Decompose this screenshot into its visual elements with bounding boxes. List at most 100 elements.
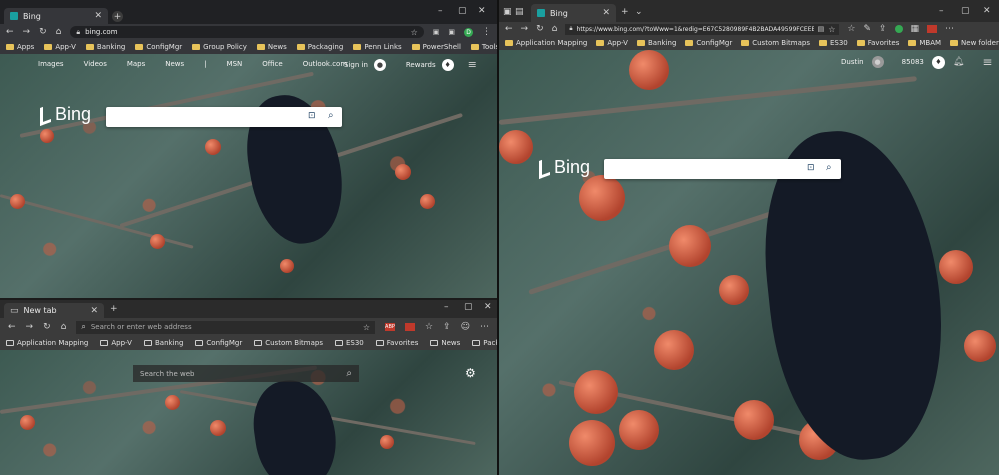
bookmark-item[interactable]: New folder [950,39,999,47]
address-bar-3[interactable]: 🔒︎ https://www.bing.com/?toWww=1&redig=E… [565,23,840,35]
nav-link[interactable]: Videos [84,60,107,68]
hamburger-menu-icon[interactable]: ≡ [468,58,477,71]
bookmark-item[interactable]: Apps [6,43,34,51]
rewards-link[interactable]: Rewards [406,61,436,69]
tab-bing-2[interactable]: Bing ✕ [531,4,616,22]
bookmark-item[interactable]: ConfigMgr [195,339,242,347]
bookmark-item[interactable]: Packaging [296,43,343,51]
ext-grid-icon[interactable]: ▦ [911,24,920,34]
address-bar-2[interactable]: ⌕ Search or enter web address ☆ [76,320,375,334]
star-icon[interactable]: ☆ [411,28,418,37]
set-tabs-aside-icon[interactable]: ▣ [503,7,512,17]
bookmark-item[interactable]: PowerShell [411,43,461,51]
reload-3-icon[interactable]: ↻ [536,24,544,34]
home-3-icon[interactable]: ⌂ [552,24,558,34]
search-icon[interactable]: ⌕ [328,110,334,121]
notifications-bell-icon[interactable]: 🔔︎ [953,57,964,67]
hamburger-menu-2-icon[interactable]: ≡ [982,55,992,69]
page-settings-gear-icon[interactable]: ⚙ [465,366,476,380]
bookmark-item[interactable]: Tools [470,43,499,51]
user-name[interactable]: Dustin [841,58,864,66]
minimize-3-icon[interactable]: – [939,6,944,16]
bookmark-item[interactable]: App-V [44,43,76,51]
close-window-2-icon[interactable]: ✕ [484,302,492,312]
bookmark-item[interactable]: ES30 [818,39,848,47]
close-tab-3-icon[interactable]: ✕ [602,8,610,18]
search-input[interactable]: ⊡ ⌕ [106,107,342,127]
share-icon[interactable]: ⇪ [443,322,451,332]
bookmark-item[interactable]: ES30 [334,339,364,347]
nav-link[interactable]: Maps [127,60,145,68]
address-bar[interactable]: 🔒︎ bing.com ☆ [70,26,424,38]
bookmark-item[interactable]: ConfigMgr [135,43,182,51]
reading-view-icon[interactable]: ▤ [818,25,825,33]
forward-2-icon[interactable]: → [26,322,34,332]
nav-link[interactable]: Outlook.com [303,60,347,68]
notes-icon[interactable]: ✎ [863,24,871,34]
forward-icon[interactable]: → [23,27,31,37]
bookmark-item[interactable]: MBAM [908,39,941,47]
minimize-2-icon[interactable]: – [444,302,449,312]
ext-abp-icon[interactable]: ABP [384,323,395,331]
rewards-2-icon[interactable]: ♦ [931,55,945,69]
extension-icon[interactable]: ▣ [433,28,440,36]
nav-link[interactable]: Images [38,60,64,68]
newtab-search-icon[interactable]: ⌕ [346,368,352,379]
reload-2-icon[interactable]: ↻ [43,322,51,332]
bookmark-item[interactable]: Banking [143,339,183,347]
new-tab-button[interactable]: + [112,11,123,22]
nav-link[interactable]: Office [262,60,282,68]
close-window-3-icon[interactable]: ✕ [983,6,991,16]
tab-preview-chevron-icon[interactable]: ⌄ [635,7,643,17]
search-2-icon[interactable]: ⌕ [826,162,832,173]
menu-icon[interactable]: ⋮ [482,27,491,37]
close-window-icon[interactable]: ✕ [478,6,486,16]
home-icon[interactable]: ⌂ [56,27,62,37]
search-input-2[interactable]: ⊡ ⌕ [604,159,841,179]
bookmark-item[interactable]: Favorites [375,339,418,347]
new-tab-button-2[interactable]: + [110,304,118,314]
favorite-star-3-icon[interactable]: ☆ [828,25,835,34]
back-2-icon[interactable]: ← [8,322,16,332]
bookmark-item[interactable]: Group Policy [192,43,247,51]
ext-red-icon[interactable] [404,323,415,331]
favorite-star-icon[interactable]: ☆ [363,323,370,332]
rewards-points[interactable]: 85083 [902,58,924,66]
close-tab-2-icon[interactable]: ✕ [90,306,98,316]
bookmark-item[interactable]: News [256,43,287,51]
reload-icon[interactable]: ↻ [39,27,47,37]
share-3-icon[interactable]: ⇪ [879,24,887,34]
visual-search-2-icon[interactable]: ⊡ [807,163,815,173]
more-3-icon[interactable]: ⋯ [945,24,954,34]
show-tabs-aside-icon[interactable]: ▤ [515,7,524,17]
bookmark-item[interactable]: Custom Bitmaps [741,39,810,47]
ext-green-icon[interactable] [894,25,903,33]
new-tab-button-3[interactable]: + [621,7,629,17]
visual-search-icon[interactable]: ⊡ [308,111,316,121]
maximize-icon[interactable]: ▢ [458,6,467,16]
newtab-search-input[interactable]: Search the web ⌕ [133,365,359,382]
ext-abp-3-icon[interactable] [927,25,938,33]
user-avatar-icon[interactable]: ● [871,56,884,68]
bookmark-item[interactable]: App-V [100,339,132,347]
home-2-icon[interactable]: ⌂ [61,322,67,332]
back-3-icon[interactable]: ← [505,24,513,34]
rewards-icon[interactable]: ♦ [441,58,454,71]
minimize-icon[interactable]: – [438,6,443,16]
bookmark-item[interactable]: Application Mapping [505,39,587,47]
bookmark-item[interactable]: ConfigMgr [685,39,732,47]
bookmark-item[interactable]: Penn Links [353,43,402,51]
favorites-hub-3-icon[interactable]: ☆ [847,24,855,34]
extension-2-icon[interactable]: ▣ [448,28,455,36]
favorites-hub-icon[interactable]: ☆ [425,322,433,332]
nav-link[interactable]: News [165,60,184,68]
profile-avatar-icon[interactable]: D [464,27,473,37]
bookmark-item[interactable]: News [430,339,460,347]
bookmark-item[interactable]: Favorites [856,39,899,47]
bookmark-item[interactable]: App-V [596,39,628,47]
feedback-icon[interactable]: ☺ [461,322,470,332]
bookmark-item[interactable]: Application Mapping [6,339,88,347]
bookmark-item[interactable]: Custom Bitmaps [254,339,323,347]
signin-link[interactable]: Sign in [344,61,368,69]
more-icon[interactable]: ⋯ [480,322,489,332]
